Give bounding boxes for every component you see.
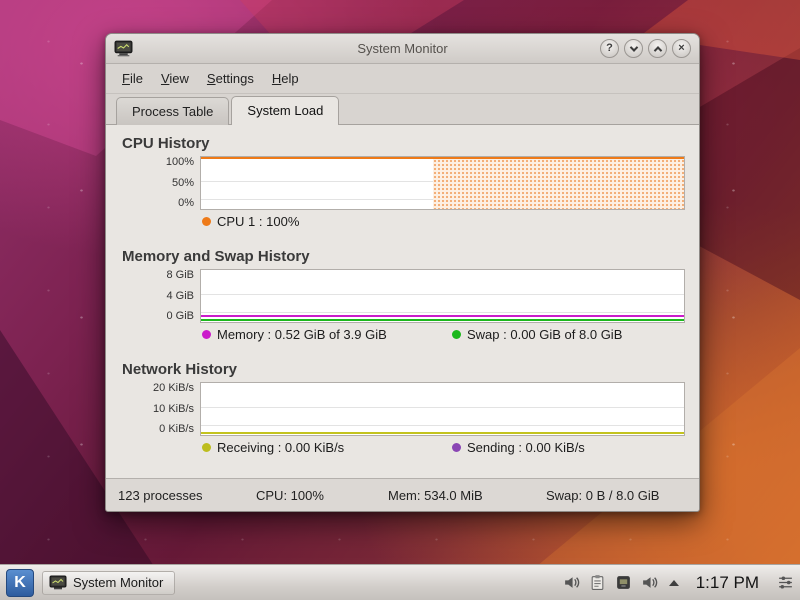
swap-status: Swap: 0 B / 8.0 GiB (546, 488, 687, 503)
window-titlebar[interactable]: System Monitor ? × (106, 34, 699, 64)
menu-help[interactable]: Help (263, 67, 308, 90)
swap-legend-bullet-icon (452, 330, 461, 339)
memory-status: Mem: 534.0 MiB (388, 488, 546, 503)
system-tray: 1:17 PM (563, 573, 794, 593)
receiving-series-line (201, 432, 684, 434)
window-buttons: ? × (600, 39, 691, 58)
tick-label: 20 KiB/s (153, 383, 194, 394)
legend-label: Sending : 0.00 KiB/s (467, 440, 585, 455)
tick-label: 0 GiB (166, 311, 194, 322)
tab-system-load[interactable]: System Load (231, 96, 339, 125)
help-button[interactable]: ? (600, 39, 619, 58)
tick-label: 0% (178, 198, 194, 209)
system-monitor-icon (49, 575, 67, 591)
tick-label: 8 GiB (166, 270, 194, 281)
tick-label: 100% (166, 157, 194, 168)
taskbar-task-system-monitor[interactable]: System Monitor (42, 571, 175, 595)
network-history-title: Network History (122, 361, 685, 378)
receiving-legend-bullet-icon (202, 443, 211, 452)
cpu-series-line (201, 157, 684, 159)
tab-process-table[interactable]: Process Table (116, 97, 229, 125)
tick-label: 4 GiB (166, 291, 194, 302)
legend-label: CPU 1 : 100% (217, 214, 299, 229)
legend-item: Sending : 0.00 KiB/s (452, 440, 585, 455)
legend-label: Memory : 0.52 GiB of 3.9 GiB (217, 327, 387, 342)
volume-icon[interactable] (563, 574, 581, 592)
gridline (201, 425, 684, 426)
network-legend: Receiving : 0.00 KiB/s Sending : 0.00 Ki… (202, 440, 685, 455)
cpu-y-axis: 100% 50% 0% (120, 156, 200, 210)
task-label: System Monitor (73, 575, 163, 590)
app-launcher-button[interactable]: K (6, 569, 34, 597)
memory-swap-title: Memory and Swap History (122, 248, 685, 265)
gridline (201, 312, 684, 313)
cpu-legend: CPU 1 : 100% (202, 214, 685, 229)
memory-legend: Memory : 0.52 GiB of 3.9 GiB Swap : 0.00… (202, 327, 685, 342)
clipboard-icon[interactable] (589, 574, 607, 592)
legend-item: Receiving : 0.00 KiB/s (202, 440, 452, 455)
legend-label: Receiving : 0.00 KiB/s (217, 440, 344, 455)
network-chart (200, 382, 685, 436)
system-monitor-window: System Monitor ? × File View Settings He… (105, 33, 700, 512)
network-history-section: Network History 20 KiB/s 10 KiB/s 0 KiB/… (120, 361, 685, 455)
close-button[interactable]: × (672, 39, 691, 58)
cpu-legend-bullet-icon (202, 217, 211, 226)
tabbar: Process Table System Load (106, 94, 699, 125)
legend-item: Memory : 0.52 GiB of 3.9 GiB (202, 327, 452, 342)
tick-label: 10 KiB/s (153, 404, 194, 415)
menu-view[interactable]: View (152, 67, 198, 90)
menubar: File View Settings Help (106, 64, 699, 94)
audio-volume-icon[interactable] (641, 574, 659, 592)
gridline (201, 294, 684, 295)
sending-legend-bullet-icon (452, 443, 461, 452)
cpu-status: CPU: 100% (256, 488, 388, 503)
tick-label: 50% (172, 178, 194, 189)
memory-legend-bullet-icon (202, 330, 211, 339)
menu-settings[interactable]: Settings (198, 67, 263, 90)
cpu-area-fill (433, 159, 684, 209)
taskbar: K System Monitor 1:17 PM (0, 564, 800, 600)
legend-label: Swap : 0.00 GiB of 8.0 GiB (467, 327, 622, 342)
swap-series-line (201, 319, 684, 321)
minimize-button[interactable] (624, 39, 643, 58)
memory-swap-history-section: Memory and Swap History 8 GiB 4 GiB 0 Gi… (120, 248, 685, 342)
device-notifier-icon[interactable] (615, 574, 633, 592)
tray-expand-arrow-icon[interactable] (669, 580, 679, 586)
menu-file[interactable]: File (113, 67, 152, 90)
cpu-history-title: CPU History (122, 135, 685, 152)
network-y-axis: 20 KiB/s 10 KiB/s 0 KiB/s (120, 382, 200, 436)
cpu-history-section: CPU History 100% 50% 0% CPU 1 : 100% (120, 135, 685, 229)
clock[interactable]: 1:17 PM (696, 573, 759, 593)
process-count: 123 processes (118, 488, 256, 503)
panel-toolbox-icon[interactable] (776, 574, 794, 592)
legend-item: CPU 1 : 100% (202, 214, 299, 229)
system-load-panel: CPU History 100% 50% 0% CPU 1 : 100% (106, 125, 699, 478)
cpu-chart (200, 156, 685, 210)
tick-label: 0 KiB/s (159, 424, 194, 435)
maximize-button[interactable] (648, 39, 667, 58)
memory-chart (200, 269, 685, 323)
memory-y-axis: 8 GiB 4 GiB 0 GiB (120, 269, 200, 323)
gridline (201, 407, 684, 408)
memory-series-line (201, 315, 684, 317)
legend-item: Swap : 0.00 GiB of 8.0 GiB (452, 327, 622, 342)
statusbar: 123 processes CPU: 100% Mem: 534.0 MiB S… (106, 478, 699, 511)
